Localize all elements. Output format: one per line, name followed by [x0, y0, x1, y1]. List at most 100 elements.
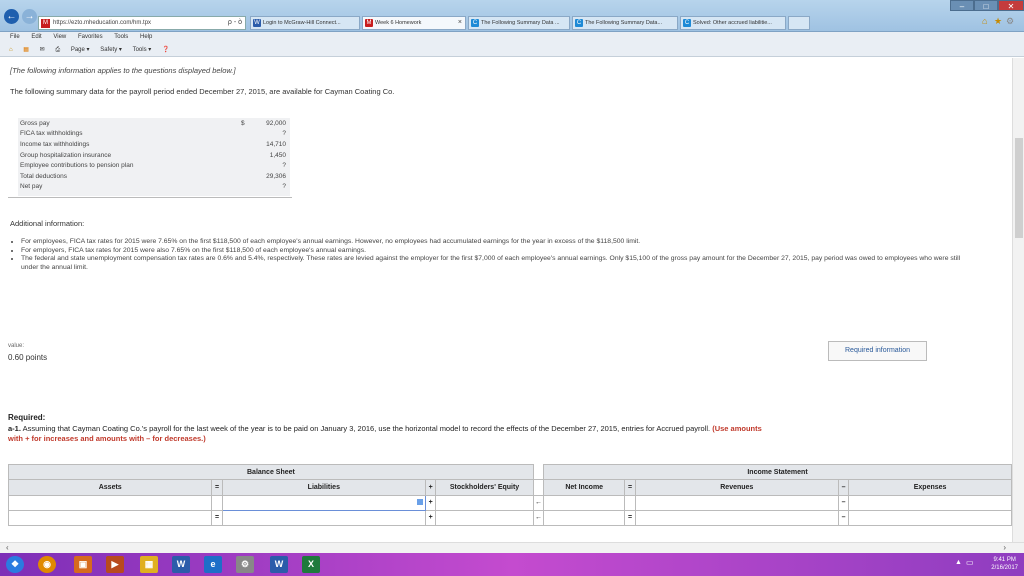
tab-summary-data-2[interactable]: C The Following Summary Data...: [572, 16, 678, 30]
operator: =: [624, 509, 636, 527]
forward-button[interactable]: →: [22, 9, 37, 24]
media-icon[interactable]: ▶: [106, 556, 124, 573]
menu-tools[interactable]: Tools: [114, 34, 128, 40]
minus-sign: –: [838, 479, 850, 496]
settings-gear-icon[interactable]: ⚙: [1006, 16, 1014, 27]
tab-week6-homework[interactable]: M Week 6 Homework ×: [362, 16, 466, 30]
operator: [624, 494, 636, 511]
network-icon[interactable]: ▭: [966, 558, 974, 567]
horizontal-scrollbar[interactable]: ‹ ›: [0, 542, 1024, 553]
table-row: = + ← = –: [7, 509, 1012, 527]
net-income-input[interactable]: [544, 496, 625, 510]
close-tab-icon[interactable]: ×: [458, 17, 462, 29]
assets-input[interactable]: [9, 496, 212, 510]
menu-file[interactable]: File: [10, 34, 20, 40]
favorites-star-icon[interactable]: ★: [994, 16, 1002, 27]
menu-favorites[interactable]: Favorites: [78, 34, 103, 40]
arrow: ←: [532, 494, 545, 511]
summary-value: 29,306: [266, 173, 286, 180]
question-body: Assuming that Cayman Coating Co.'s payro…: [20, 424, 711, 433]
menu-help[interactable]: Help: [140, 34, 152, 40]
equals-sign: =: [211, 479, 223, 496]
summary-value: ?: [282, 130, 286, 137]
tray-arrow-icon[interactable]: ▲: [955, 559, 962, 566]
summary-currency: $: [241, 120, 245, 127]
plus-sign: +: [425, 479, 437, 496]
chrome-icon[interactable]: ◉: [38, 556, 56, 573]
page-menu[interactable]: Page ▾: [71, 47, 90, 53]
horizontal-model-table: Balance Sheet Income Statement Assets = …: [7, 463, 1012, 527]
summary-value: 14,710: [266, 141, 286, 148]
operator: [211, 494, 223, 511]
mail-icon[interactable]: ✉: [40, 47, 45, 53]
tab-label: Solved: Other accrued liabilitie...: [693, 20, 772, 26]
menu-bar: File Edit View Favorites Tools Help: [0, 32, 1024, 43]
safety-menu[interactable]: Safety ▾: [100, 47, 122, 53]
tab-label: Week 6 Homework: [375, 20, 422, 26]
summary-label: Income tax withholdings: [20, 141, 90, 148]
tab-solved-accrued[interactable]: C Solved: Other accrued liabilitie...: [680, 16, 786, 30]
folder-icon[interactable]: ▦: [140, 556, 158, 573]
summary-row: FICA tax withholdings ?: [20, 129, 290, 138]
scroll-thumb[interactable]: [1015, 138, 1023, 238]
excel-icon[interactable]: X: [302, 556, 320, 573]
intro-text: The following summary data for the payro…: [10, 87, 395, 96]
question-emphasis-2: with + for increases and amounts with – …: [8, 434, 206, 443]
required-heading: Required:: [8, 413, 46, 422]
required-information-button[interactable]: Required information: [828, 341, 927, 361]
store-icon[interactable]: ▣: [74, 556, 92, 573]
net-income-input[interactable]: [544, 511, 625, 525]
question-prefix: a-1.: [8, 424, 21, 433]
revenues-header: Revenues: [634, 479, 840, 496]
close-window-button[interactable]: ✕: [998, 0, 1024, 11]
tab-label: The Following Summary Data...: [585, 20, 663, 26]
value-label: value:: [8, 343, 25, 349]
word-icon[interactable]: W: [270, 556, 288, 573]
back-button[interactable]: ←: [4, 9, 19, 24]
arrow: ←: [532, 509, 545, 527]
clock-date: 2/16/2017: [991, 565, 1018, 571]
operator: –: [838, 494, 850, 511]
tab-summary-data-1[interactable]: C The Following Summary Data ...: [468, 16, 570, 30]
dropdown-icon[interactable]: [417, 499, 424, 506]
expenses-input[interactable]: [849, 496, 1011, 510]
summary-label: Total deductions: [20, 173, 67, 180]
equity-header: Stockholders' Equity: [435, 479, 534, 496]
vertical-scrollbar[interactable]: [1012, 58, 1024, 542]
feeds-icon[interactable]: ▦: [23, 47, 29, 53]
expenses-input[interactable]: [849, 511, 1011, 525]
address-bar[interactable]: M https://ezto.mheducation.com/hm.tpx ρ …: [38, 16, 246, 30]
summary-row: Net pay ?: [20, 182, 290, 191]
app-icon[interactable]: ⚙: [236, 556, 254, 573]
tools-menu[interactable]: Tools ▾: [133, 47, 152, 53]
minimize-button[interactable]: –: [950, 0, 974, 11]
new-tab-button[interactable]: [788, 16, 810, 30]
help-icon[interactable]: ❓: [162, 47, 169, 53]
maximize-button[interactable]: □: [974, 0, 998, 11]
intro-note: [The following information applies to th…: [10, 66, 236, 75]
menu-edit[interactable]: Edit: [31, 34, 41, 40]
chegg-icon: C: [683, 19, 691, 27]
start-button-icon[interactable]: ❖: [6, 556, 24, 573]
tab-login[interactable]: W Login to McGraw-Hill Connect...: [250, 16, 360, 30]
assets-input[interactable]: [9, 511, 212, 525]
home-icon[interactable]: ⌂: [982, 16, 987, 26]
liabilities-input[interactable]: [222, 511, 426, 525]
search-refresh-icons[interactable]: ρ - ò: [228, 17, 242, 29]
summary-label: FICA tax withholdings: [20, 130, 83, 137]
print-icon[interactable]: ⎙: [55, 47, 60, 53]
scroll-left-icon[interactable]: ‹: [6, 543, 9, 553]
revenues-input[interactable]: [635, 496, 839, 510]
taskbar-clock[interactable]: 9:41 PM 2/16/2017: [991, 556, 1018, 572]
internet-explorer-icon[interactable]: e: [204, 556, 222, 573]
net-income-header: Net Income: [543, 479, 626, 496]
home-toolbar-icon[interactable]: ⌂: [9, 47, 13, 53]
equity-input[interactable]: [436, 496, 533, 510]
equity-input[interactable]: [436, 511, 533, 525]
word-icon: W: [253, 19, 261, 27]
scroll-right-icon[interactable]: ›: [1003, 543, 1006, 553]
revenues-input[interactable]: [635, 511, 839, 525]
word-online-icon[interactable]: W: [172, 556, 190, 573]
menu-view[interactable]: View: [53, 34, 66, 40]
summary-row: Group hospitalization insurance 1,450: [20, 151, 290, 160]
